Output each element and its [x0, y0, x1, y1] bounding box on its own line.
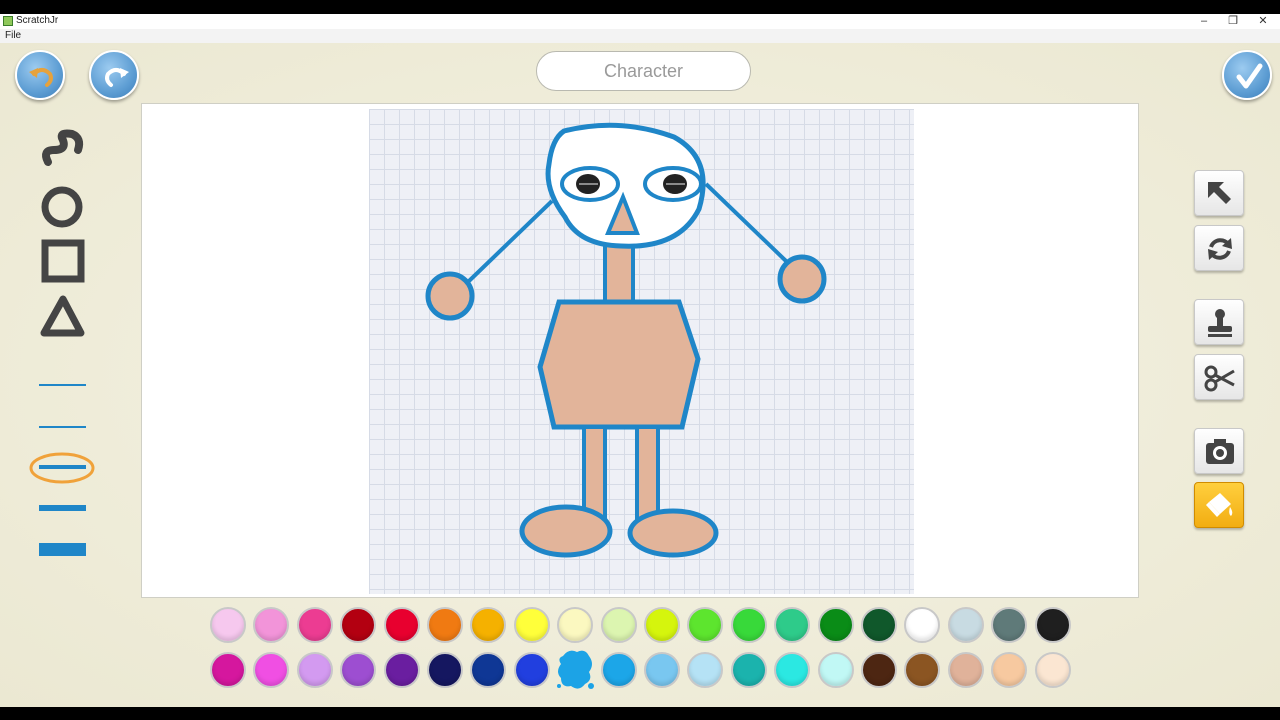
circle-tool[interactable] — [38, 183, 88, 229]
paint-editor: Character — [0, 43, 1280, 707]
right-leg — [635, 425, 660, 522]
body — [537, 299, 701, 430]
color-swatch[interactable] — [817, 607, 854, 643]
stamp-tool-button[interactable] — [1194, 299, 1244, 345]
color-swatch[interactable] — [687, 652, 724, 688]
color-swatch[interactable] — [427, 652, 463, 688]
stamp-icon — [1208, 309, 1232, 337]
color-swatch[interactable] — [340, 607, 377, 643]
maximize-button[interactable]: ❐ — [1219, 14, 1247, 29]
checkmark-icon — [1236, 63, 1263, 89]
menubar: File — [0, 29, 1280, 43]
minimize-button[interactable]: – — [1190, 14, 1218, 29]
rectangle-icon — [41, 239, 85, 283]
cut-tool-button[interactable] — [1194, 354, 1244, 400]
color-swatch[interactable] — [817, 652, 854, 688]
line-width-1[interactable] — [39, 384, 86, 386]
color-swatch[interactable] — [644, 607, 680, 643]
fill-tool-button[interactable] — [1194, 482, 1244, 528]
window-titlebar: ScratchJr – ❐ ✕ — [0, 14, 1280, 29]
line-width-4[interactable] — [39, 505, 86, 511]
color-swatch[interactable] — [513, 652, 550, 688]
color-swatch[interactable] — [513, 607, 550, 643]
right-foot — [627, 508, 719, 558]
neck — [603, 243, 635, 304]
rotate-icon — [1208, 238, 1232, 260]
menu-file[interactable]: File — [5, 30, 21, 41]
undo-button[interactable] — [15, 50, 65, 100]
circle-icon — [41, 186, 83, 228]
color-swatch[interactable] — [687, 607, 724, 643]
close-button[interactable]: ✕ — [1249, 14, 1277, 29]
color-swatch[interactable] — [1034, 607, 1071, 643]
left-hand — [425, 271, 475, 321]
drawing-canvas[interactable] — [141, 103, 1139, 598]
color-swatch[interactable] — [600, 607, 637, 643]
window-title: ScratchJr — [16, 15, 59, 26]
right-hand — [777, 254, 827, 304]
rotate-tool-button[interactable] — [1194, 225, 1244, 271]
triangle-tool[interactable] — [38, 293, 88, 339]
color-swatch[interactable] — [947, 607, 984, 643]
color-swatch[interactable] — [774, 652, 811, 688]
left-foot — [519, 504, 613, 558]
color-swatch[interactable] — [904, 607, 941, 643]
rectangle-tool[interactable] — [38, 238, 88, 284]
color-swatch[interactable] — [427, 607, 463, 643]
color-swatch[interactable] — [600, 652, 637, 688]
redo-button[interactable] — [89, 50, 139, 100]
done-button[interactable] — [1222, 50, 1272, 100]
character-name-field[interactable]: Character — [536, 51, 751, 91]
color-swatch[interactable] — [861, 607, 897, 643]
color-swatch[interactable] — [210, 652, 246, 688]
color-swatch[interactable] — [470, 607, 507, 643]
color-swatch[interactable] — [904, 652, 941, 688]
color-swatch[interactable] — [730, 652, 767, 688]
camera-icon — [1206, 439, 1234, 464]
color-swatch[interactable] — [470, 652, 507, 688]
color-swatch[interactable] — [296, 652, 333, 688]
color-swatch[interactable] — [991, 607, 1028, 643]
color-swatch[interactable] — [730, 607, 767, 643]
undo-arrow-icon — [29, 68, 53, 87]
left-arm — [467, 199, 554, 283]
color-swatch[interactable] — [383, 652, 420, 688]
color-swatch[interactable] — [253, 607, 290, 643]
selected-width-circle-icon — [29, 452, 95, 484]
scissors-icon — [1204, 365, 1235, 392]
color-swatch[interactable] — [340, 652, 377, 688]
color-swatch[interactable] — [557, 607, 594, 643]
arrow-pointer-icon — [1208, 182, 1231, 204]
line-width-2[interactable] — [39, 426, 86, 428]
camera-tool-button[interactable] — [1194, 428, 1244, 474]
color-swatch[interactable] — [774, 607, 811, 643]
selected-color-splash[interactable] — [557, 650, 595, 689]
color-swatch[interactable] — [644, 652, 680, 688]
color-swatch[interactable] — [296, 607, 333, 643]
color-swatch[interactable] — [861, 652, 897, 688]
color-swatch[interactable] — [383, 607, 420, 643]
app-icon — [3, 16, 13, 26]
color-swatch[interactable] — [253, 652, 290, 688]
freehand-line-icon — [42, 129, 84, 166]
screen-frame: ScratchJr – ❐ ✕ File Character — [0, 0, 1280, 720]
color-swatch[interactable] — [210, 607, 246, 643]
line-width-5[interactable] — [39, 543, 86, 556]
freehand-line-tool[interactable] — [38, 128, 88, 174]
color-swatch[interactable] — [991, 652, 1028, 688]
right-arm — [704, 182, 788, 263]
triangle-icon — [40, 295, 85, 337]
redo-arrow-icon — [105, 68, 129, 87]
paint-bucket-icon — [1206, 493, 1233, 517]
color-swatch[interactable] — [947, 652, 984, 688]
select-tool-button[interactable] — [1194, 170, 1244, 216]
character-drawing — [425, 122, 827, 558]
color-swatch[interactable] — [1034, 652, 1071, 688]
